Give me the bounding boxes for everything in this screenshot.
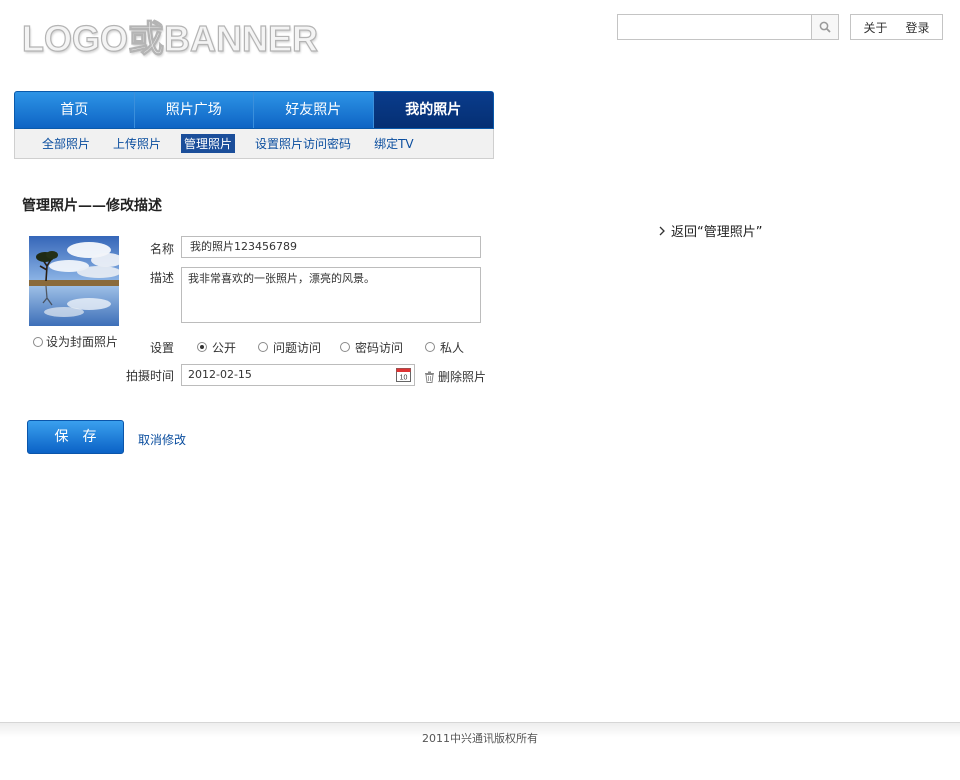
tab-home[interactable]: 首页 [15, 92, 135, 128]
trash-icon [425, 371, 434, 383]
privacy-password-label: 密码访问 [355, 340, 404, 355]
set-cover-label: 设为封面照片 [46, 335, 119, 349]
set-cover-radio[interactable] [33, 336, 43, 347]
calendar-button[interactable]: 10 [396, 367, 411, 386]
photo-thumbnail[interactable] [29, 236, 119, 326]
subtab-set-password[interactable]: 设置照片访问密码 [252, 134, 354, 153]
top-links: 关于 登录 [850, 14, 943, 40]
privacy-question-label: 问题访问 [273, 340, 322, 355]
privacy-public-radio[interactable] [197, 342, 207, 352]
main-nav: 首页 照片广场 好友照片 我的照片 [14, 91, 494, 129]
privacy-question-option[interactable]: 问题访问 [258, 339, 340, 356]
privacy-private-label: 私人 [440, 340, 465, 355]
search-input[interactable] [618, 15, 812, 39]
chevron-right-icon [659, 226, 665, 235]
privacy-password-option[interactable]: 密码访问 [340, 339, 425, 356]
subtab-all-photos[interactable]: 全部照片 [39, 134, 93, 153]
save-button[interactable]: 保存 [27, 420, 124, 454]
site-logo: LOGO或BANNER [21, 17, 318, 59]
privacy-question-radio[interactable] [258, 342, 268, 352]
date-label: 拍摄时间 [126, 369, 175, 383]
search-button[interactable] [811, 15, 838, 39]
name-field[interactable]: 我的照片123456789 [181, 236, 481, 258]
sub-nav: 全部照片 上传照片 管理照片 设置照片访问密码 绑定TV [14, 129, 494, 159]
subtab-bind-tv[interactable]: 绑定TV [371, 134, 417, 153]
calendar-day: 10 [400, 375, 408, 382]
date-field[interactable]: 2012-02-15 10 [181, 364, 415, 386]
calendar-icon: 10 [396, 368, 411, 382]
search-icon [819, 21, 831, 33]
date-value: 2012-02-15 [188, 368, 252, 381]
subtab-upload-photos[interactable]: 上传照片 [110, 134, 164, 153]
privacy-private-radio[interactable] [425, 342, 435, 352]
tab-photo-square[interactable]: 照片广场 [135, 92, 254, 128]
copyright-text: 2011中兴通讯版权所有 [422, 732, 538, 745]
privacy-public-label: 公开 [212, 340, 237, 355]
search-box [617, 14, 839, 40]
privacy-options: 公开 问题访问 密码访问 私人 [197, 339, 464, 355]
footer: 2011中兴通讯版权所有 [0, 722, 960, 755]
about-link[interactable]: 关于 [863, 19, 887, 36]
privacy-private-option[interactable]: 私人 [425, 339, 464, 356]
privacy-password-radio[interactable] [340, 342, 350, 352]
privacy-public-option[interactable]: 公开 [197, 339, 258, 356]
set-cover-option[interactable]: 设为封面照片 [33, 333, 118, 350]
login-link[interactable]: 登录 [906, 19, 930, 36]
subtab-manage-photos[interactable]: 管理照片 [181, 134, 236, 153]
description-field[interactable]: 我非常喜欢的一张照片，漂亮的风景。 [181, 267, 481, 323]
page-title: 管理照片——修改描述 [22, 198, 162, 214]
privacy-label: 设置 [150, 341, 175, 355]
name-label: 名称 [150, 242, 175, 256]
tab-friends-photos[interactable]: 好友照片 [254, 92, 374, 128]
description-label: 描述 [150, 271, 175, 285]
back-to-manage-link[interactable]: 返回“管理照片” [659, 221, 762, 240]
delete-photo-button[interactable]: 删除照片 [424, 368, 486, 385]
cancel-edit-link[interactable]: 取消修改 [138, 431, 186, 448]
delete-photo-label: 删除照片 [438, 370, 487, 384]
tab-my-photos[interactable]: 我的照片 [373, 92, 493, 128]
back-link-label: 返回“管理照片” [671, 225, 763, 240]
